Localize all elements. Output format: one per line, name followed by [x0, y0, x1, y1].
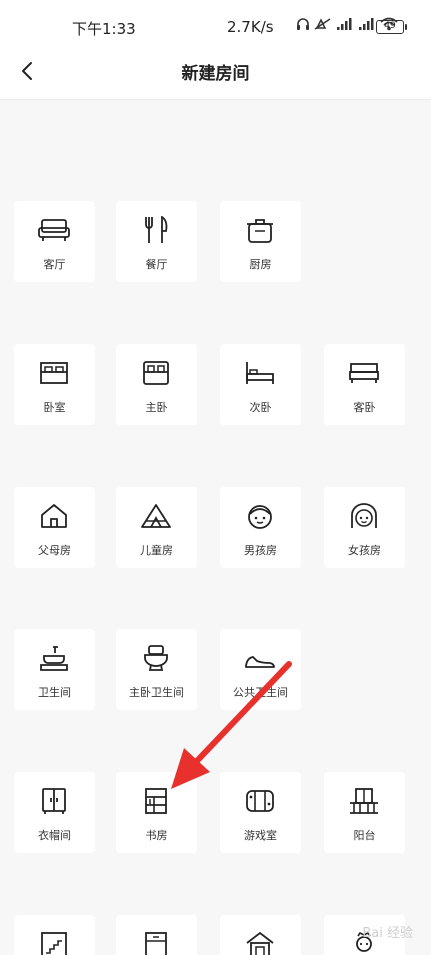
wardrobe-icon: [42, 788, 66, 814]
room-label: 男孩房: [244, 544, 277, 557]
room-card-cabinet[interactable]: [116, 915, 197, 955]
room-card-stairs[interactable]: [14, 915, 95, 955]
slipper-icon: [245, 656, 275, 668]
room-label: 卫生间: [38, 686, 71, 699]
status-time: 下午1:33: [72, 20, 136, 38]
room-card-guest-bedroom[interactable]: 客卧: [324, 344, 405, 425]
battery-icon: 49: [376, 20, 407, 34]
status-bar: 下午1:33 2.7K/s 49: [0, 0, 431, 42]
bookshelf-icon: [145, 788, 167, 814]
single-bed-icon: [246, 362, 274, 384]
room-card-living[interactable]: 客厅: [14, 201, 95, 282]
house-icon: [41, 504, 67, 528]
room-card-home[interactable]: [220, 915, 301, 955]
room-label: 阳台: [353, 829, 376, 842]
room-card-public-bathroom[interactable]: 公共卫生间: [220, 629, 301, 710]
toilet-icon: [144, 645, 168, 671]
network-speed: 2.7K/s: [227, 18, 274, 36]
tent-icon: [141, 504, 171, 528]
room-label: 公共卫生间: [233, 686, 288, 699]
room-card-parents[interactable]: 父母房: [14, 487, 95, 568]
room-label: 厨房: [249, 258, 272, 271]
room-card-kids[interactable]: 儿童房: [116, 487, 197, 568]
room-label: 客卧: [353, 401, 376, 414]
room-card-master-bedroom[interactable]: 主卧: [116, 344, 197, 425]
room-label: 游戏室: [244, 829, 277, 842]
headphones-icon: [297, 18, 309, 30]
room-label: 衣帽间: [38, 829, 71, 842]
watermark: Bai 经验: [362, 926, 413, 941]
signal-hd-2-icon: [359, 18, 374, 30]
page-title: 新建房间: [181, 64, 250, 84]
room-label: 女孩房: [348, 544, 381, 557]
room-label: 书房: [145, 829, 168, 842]
mute-alarm-icon: [314, 18, 331, 30]
fork-knife-icon: [145, 216, 168, 243]
room-card-second-bedroom[interactable]: 次卧: [220, 344, 301, 425]
stairs-icon: [41, 932, 67, 955]
room-label: 儿童房: [140, 544, 173, 557]
girl-face-icon: [351, 503, 377, 528]
room-card-dining[interactable]: 餐厅: [116, 201, 197, 282]
room-card-study[interactable]: 书房: [116, 772, 197, 853]
balcony-icon: [350, 788, 378, 814]
signal-hd-icon: [337, 18, 352, 30]
room-label: 客厅: [43, 258, 66, 271]
room-card-master-bathroom[interactable]: 主卧卫生间: [116, 629, 197, 710]
nav-bar: 新建房间: [0, 42, 431, 100]
screen: 下午1:33 2.7K/s 49 新建房间 客厅 餐厅 厨房 卧室 主卧 次卧 …: [0, 0, 431, 955]
sink-icon: [40, 646, 68, 671]
cabinet-icon: [145, 932, 167, 955]
room-label: 主卧: [145, 401, 168, 414]
master-bed-icon: [143, 361, 169, 385]
guest-bed-icon: [349, 363, 379, 383]
room-label: 次卧: [249, 401, 272, 414]
room-label: 卧室: [43, 401, 66, 414]
room-card-kitchen[interactable]: 厨房: [220, 201, 301, 282]
room-card-game-room[interactable]: 游戏室: [220, 772, 301, 853]
room-label: 餐厅: [145, 258, 168, 271]
room-card-girl[interactable]: 女孩房: [324, 487, 405, 568]
room-card-cloakroom[interactable]: 衣帽间: [14, 772, 95, 853]
sofa-icon: [38, 219, 70, 241]
room-card-balcony[interactable]: 阳台: [324, 772, 405, 853]
game-console-icon: [246, 790, 274, 812]
room-card-bedroom[interactable]: 卧室: [14, 344, 95, 425]
pot-icon: [247, 219, 273, 243]
room-label: 父母房: [38, 544, 71, 557]
bed-icon: [40, 362, 68, 384]
boy-face-icon: [248, 505, 272, 529]
room-card-boy[interactable]: 男孩房: [220, 487, 301, 568]
room-card-bathroom[interactable]: 卫生间: [14, 629, 95, 710]
home-icon: [246, 931, 274, 955]
room-label: 主卧卫生间: [129, 686, 184, 699]
